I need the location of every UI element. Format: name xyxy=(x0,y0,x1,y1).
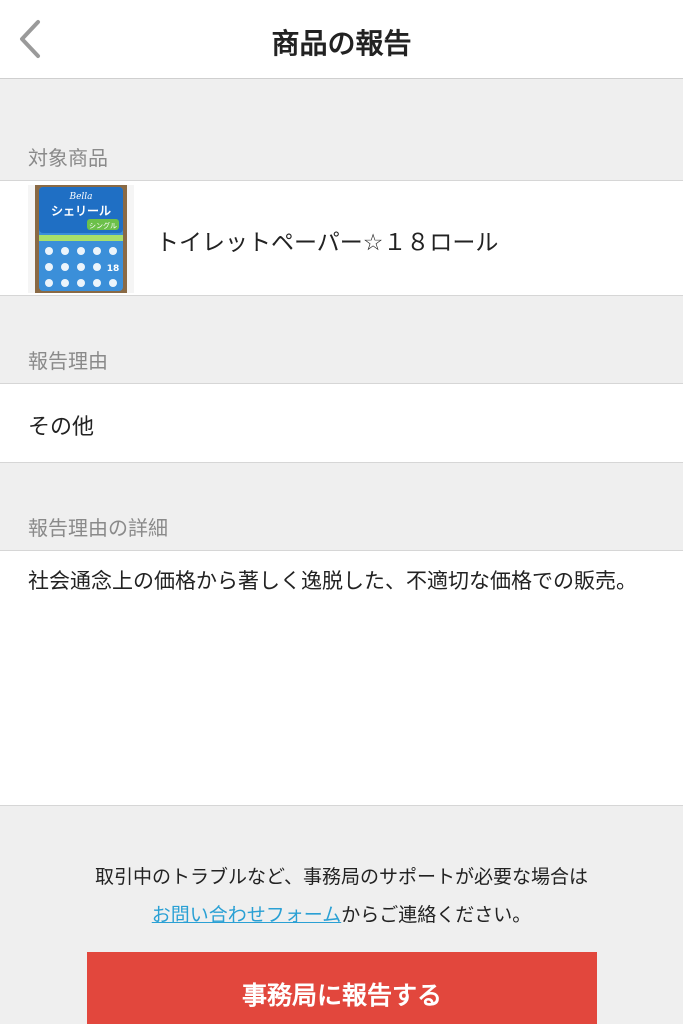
reason-value: その他 xyxy=(28,415,95,440)
thumb-count: 18 xyxy=(107,264,120,274)
contact-form-link[interactable]: お問い合わせフォーム xyxy=(152,904,341,926)
reason-row: その他 xyxy=(0,383,683,463)
product-name: トイレットペーパー☆１８ロール xyxy=(156,230,499,256)
detail-label: 報告理由の詳細 xyxy=(28,516,168,540)
report-to-office-button[interactable]: 事務局に報告する xyxy=(87,952,597,1024)
help-line-1: 取引中のトラブルなど、事務局のサポートが必要な場合は xyxy=(94,866,589,888)
thumb-brand: Bella xyxy=(68,192,92,202)
target-product-label: 対象商品 xyxy=(28,146,108,170)
help-text: 取引中のトラブルなど、事務局のサポートが必要な場合は お問い合わせフォームからご… xyxy=(0,858,683,934)
toilet-paper-package-image: Bella シェリール シングル 18 xyxy=(35,185,127,293)
page-title: 商品の報告 xyxy=(271,27,412,60)
product-thumbnail: Bella シェリール シングル 18 xyxy=(28,185,134,293)
detail-box: 社会通念上の価格から著しく逸脱した、不適切な価格での販売。 xyxy=(0,550,683,806)
nav-header: 商品の報告 xyxy=(0,0,683,79)
help-line-2-suffix: からご連絡ください。 xyxy=(341,904,532,926)
reason-label: 報告理由 xyxy=(28,349,108,373)
help-line-2: お問い合わせフォームからご連絡ください。 xyxy=(0,896,683,934)
detail-value: 社会通念上の価格から著しく逸脱した、不適切な価格での販売。 xyxy=(28,569,637,593)
thumb-product: シェリール xyxy=(51,204,111,218)
target-product-row[interactable]: Bella シェリール シングル 18 トイレットペーパー☆１８ロール xyxy=(0,180,683,296)
thumb-type: シングル xyxy=(89,221,117,230)
